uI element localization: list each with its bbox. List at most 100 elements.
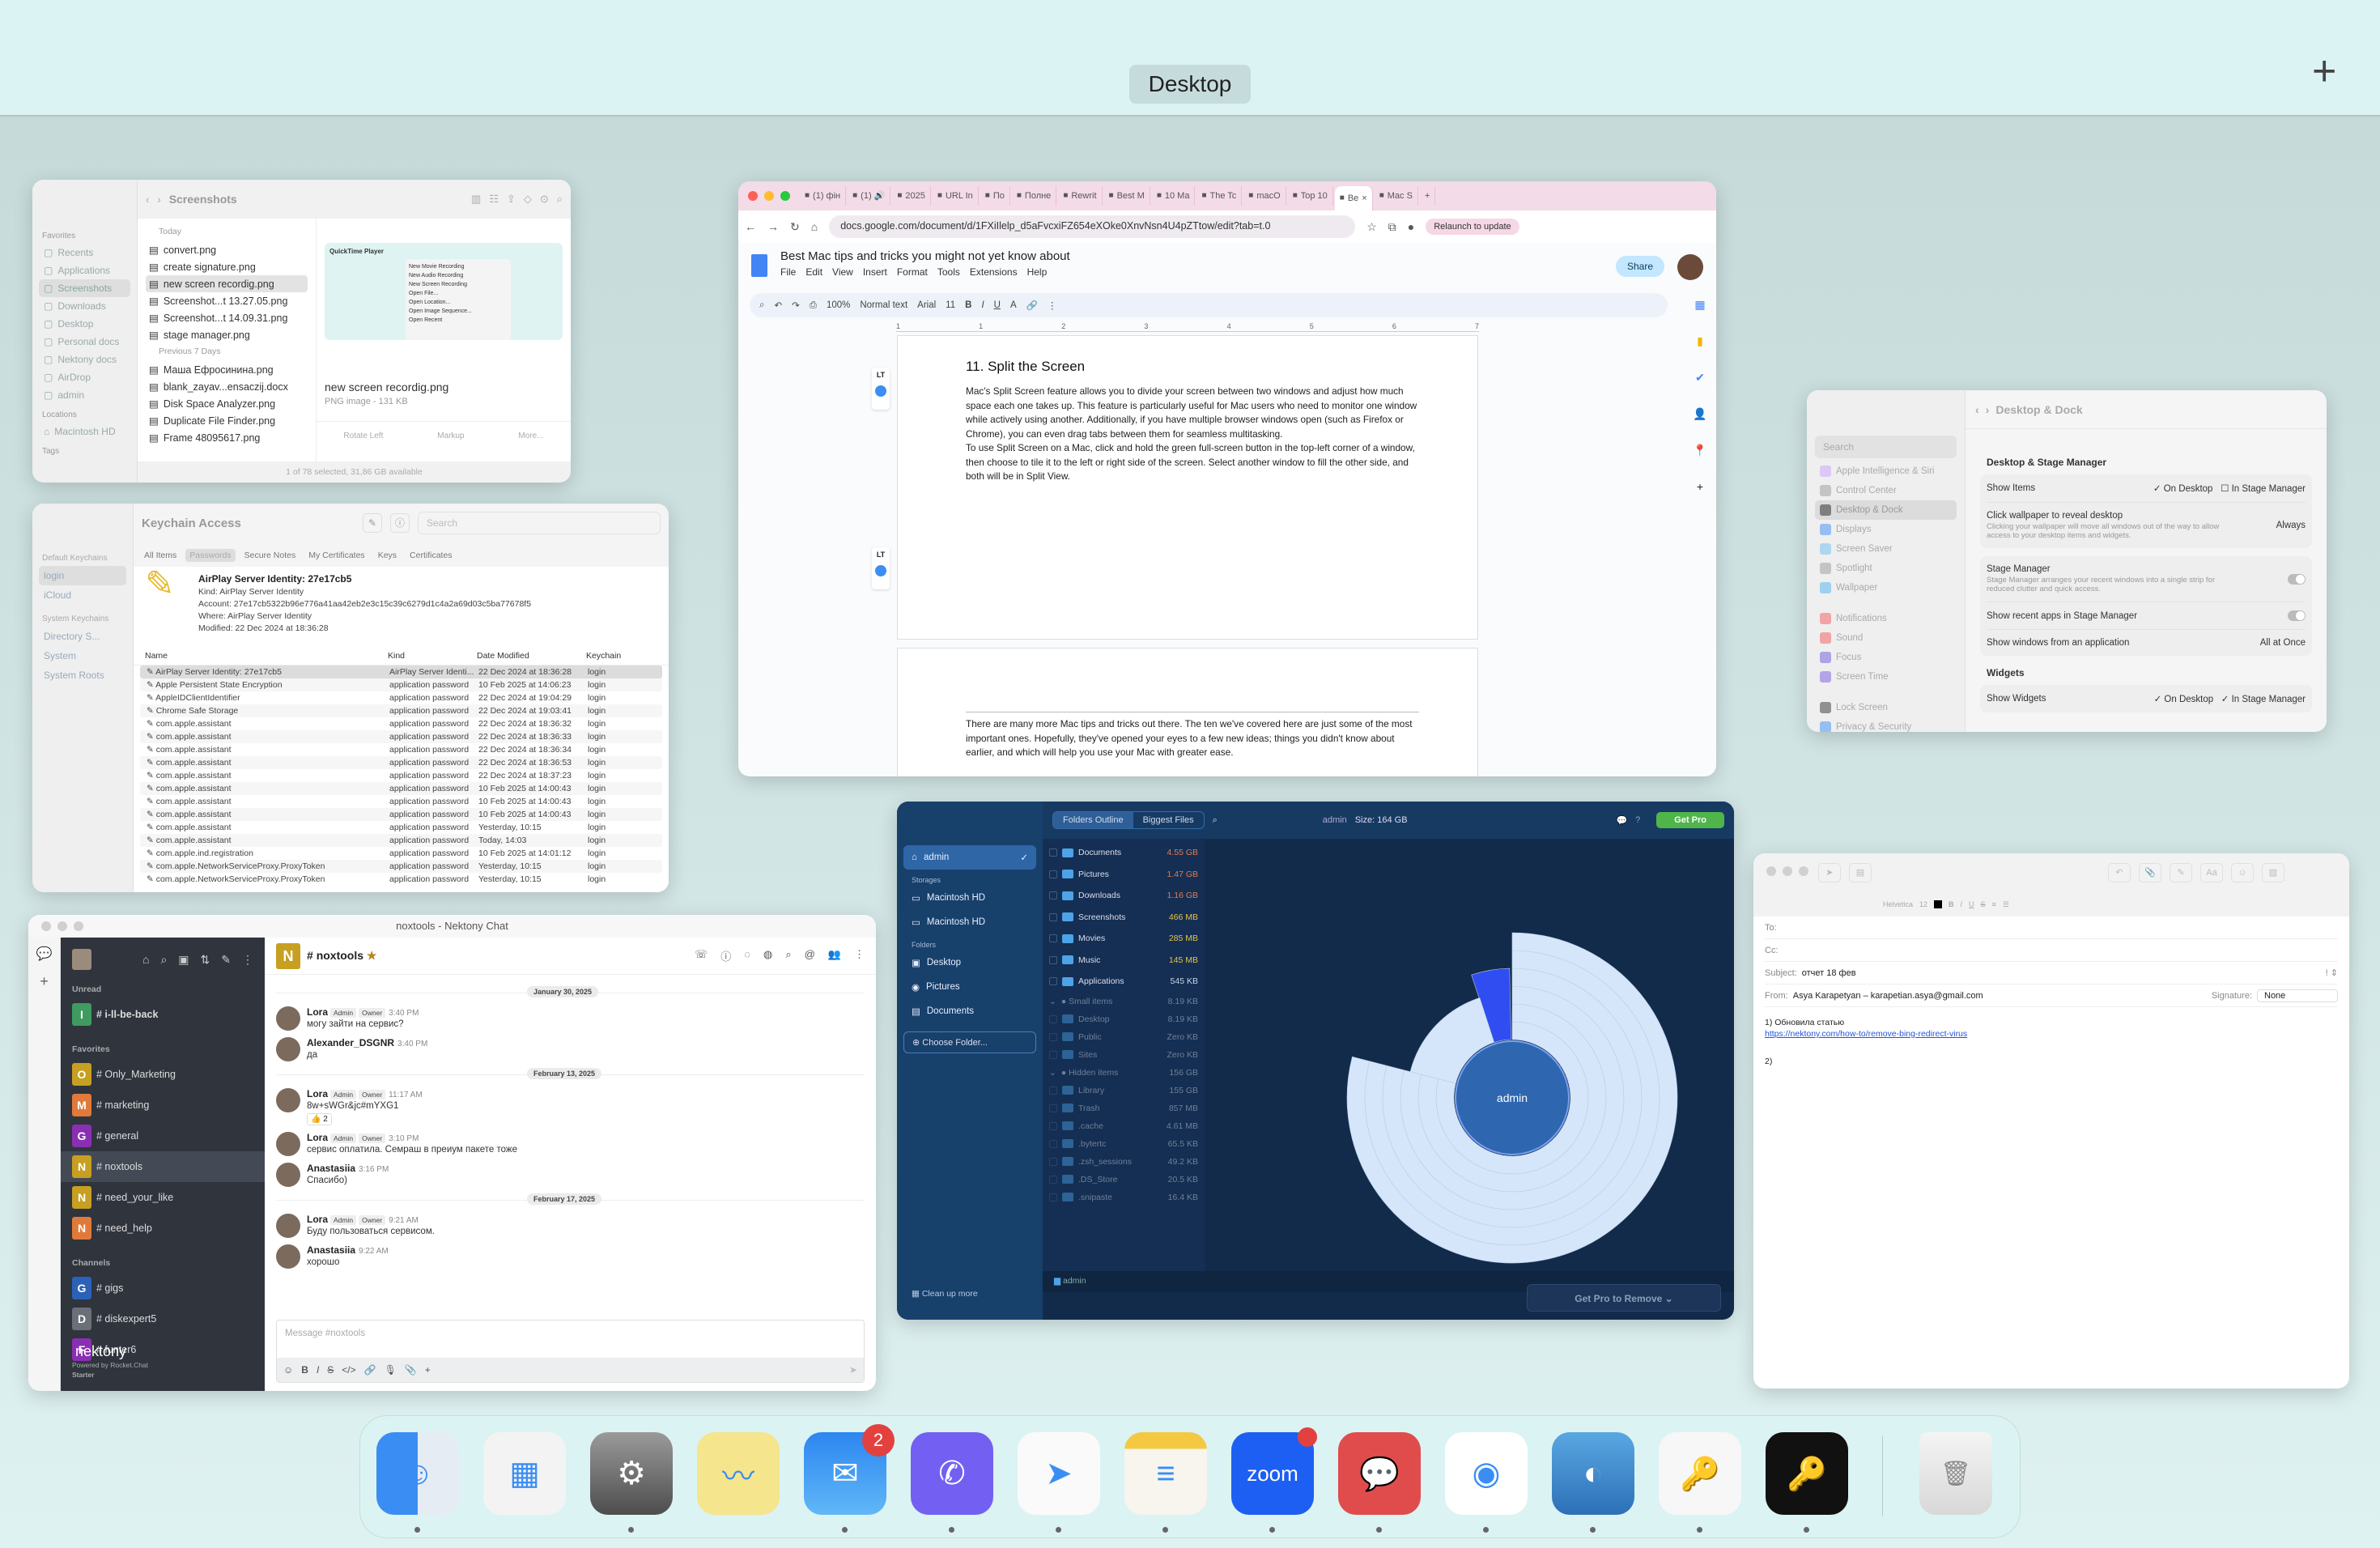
group-icon[interactable]: ☷: [489, 193, 499, 206]
browser-tab[interactable]: ■ Top 10: [1288, 186, 1333, 206]
recent-apps-toggle[interactable]: [2288, 610, 2306, 621]
group-row[interactable]: ⌄ ● Small items 8.19 KB: [1049, 993, 1198, 1010]
dock-app-system-settings[interactable]: ⚙: [590, 1432, 673, 1533]
folder-row[interactable]: Downloads 1.16 GB: [1049, 885, 1198, 907]
tag-icon[interactable]: ◇: [524, 193, 532, 206]
attach-icon[interactable]: 📎: [2139, 863, 2161, 882]
browser-tab[interactable]: ■ Полне: [1012, 186, 1057, 206]
size-select[interactable]: 12: [1919, 900, 1927, 908]
browser-tab[interactable]: ■ По: [980, 186, 1010, 206]
folder-row[interactable]: Applications 545 KB: [1049, 971, 1198, 993]
sidebar-item-notifications[interactable]: Notifications: [1815, 609, 1957, 628]
user-avatar[interactable]: [1677, 254, 1703, 280]
search-icon[interactable]: ⌕: [160, 953, 167, 967]
undo-icon[interactable]: ↶: [774, 300, 782, 311]
channel-i-ll-be-back[interactable]: I # i-ll-be-back: [61, 999, 265, 1030]
tab-secure-notes[interactable]: Secure Notes: [240, 549, 300, 562]
checkbox[interactable]: [1049, 1050, 1057, 1059]
bookmark-star-icon[interactable]: ☆: [1366, 220, 1377, 234]
checkbox[interactable]: [1049, 934, 1057, 943]
view-columns-icon[interactable]: ▥: [471, 193, 481, 206]
sort-icon[interactable]: ⇅: [201, 953, 210, 967]
sidebar-item-control-center[interactable]: Control Center: [1815, 481, 1957, 500]
table-row[interactable]: ✎ com.apple.assistant application passwor…: [140, 782, 662, 795]
rocket-chat-server-icon[interactable]: 💬: [28, 946, 60, 962]
sidebar-item-screenshots[interactable]: ▢ Screenshots: [39, 279, 130, 297]
checkbox[interactable]: [1049, 891, 1057, 900]
relaunch-button[interactable]: Relaunch to update: [1426, 219, 1519, 235]
folder-row[interactable]: Public Zero KB: [1049, 1028, 1198, 1046]
folder-row[interactable]: Screenshots 466 MB: [1049, 907, 1198, 929]
finder-window[interactable]: Favorites ▢ Recents ▢ Applications ▢ Screensh…: [32, 180, 571, 483]
message-body[interactable]: 1) Обновила статью https://nektony.com/h…: [1753, 1007, 2349, 1077]
sidebar-item-nektony-docs[interactable]: ▢ Nektony docs: [39, 351, 130, 368]
get-pro-button[interactable]: Get Pro: [1656, 812, 1724, 828]
mail-compose-window[interactable]: ➤ ▤ ↶ 📎 ✎ Aa ☺ ▨ Helvetica 12 BIUS ≡ ☰ T…: [1753, 853, 2349, 1389]
table-row[interactable]: ✎ Apple Persistent State Encryption appli…: [140, 678, 662, 691]
browser-tab[interactable]: ■ (1) фін: [800, 186, 847, 206]
folder-row[interactable]: .snipaste 16.4 KB: [1049, 1189, 1198, 1206]
checkbox[interactable]: [1049, 955, 1057, 964]
search-input[interactable]: Search: [418, 512, 661, 534]
text-color-button[interactable]: A: [1010, 300, 1017, 310]
article-link[interactable]: https://nektony.com/how-to/remove-bing-r…: [1765, 1029, 1967, 1039]
font-size-input[interactable]: 11: [946, 300, 955, 310]
bold-button[interactable]: B: [1949, 900, 1954, 908]
dock-app-finder[interactable]: ☺: [376, 1432, 459, 1533]
user-name[interactable]: Lora: [307, 1132, 328, 1143]
rotate-left-button[interactable]: Rotate Left: [343, 432, 383, 440]
trash-icon[interactable]: 🗑: [1919, 1432, 1992, 1515]
tab-biggest-files[interactable]: Biggest Files: [1133, 812, 1204, 828]
to-field[interactable]: To:: [1765, 916, 2338, 939]
bold-button[interactable]: B: [965, 300, 971, 310]
back-button[interactable]: ‹: [1975, 403, 1979, 416]
file-row[interactable]: ▤ create signature.png: [146, 258, 308, 275]
signature-select[interactable]: None: [2257, 989, 2338, 1002]
contacts-icon[interactable]: 👤: [1693, 407, 1706, 421]
file-row[interactable]: ▤ Frame 48095617.png: [146, 429, 308, 446]
document-page[interactable]: 11. Split the Screen Mac's Split Screen …: [897, 335, 1478, 640]
more-button[interactable]: More...: [518, 432, 543, 440]
tab-keys[interactable]: Keys: [374, 549, 401, 562]
emoji-icon[interactable]: ☺: [2231, 863, 2254, 882]
link-icon[interactable]: 🔗: [1026, 300, 1038, 311]
channel-diskexpert5[interactable]: D # diskexpert5: [61, 1303, 265, 1334]
column-kind[interactable]: Kind: [388, 651, 477, 661]
widgets-stage-checkbox[interactable]: ✓: [2221, 695, 2229, 704]
dock-app-launchpad[interactable]: ▦: [483, 1432, 566, 1515]
sidebar-item-apple-intelligence-siri[interactable]: Apple Intelligence & Siri: [1815, 461, 1957, 481]
channel-general[interactable]: G # general: [61, 1121, 265, 1151]
table-row[interactable]: ✎ com.apple.NetworkServiceProxy.ProxyTok…: [140, 873, 662, 886]
font-select[interactable]: Arial: [917, 300, 936, 310]
message[interactable]: Lora Admin Owner 9:21 AM Буду пользоваться с…: [276, 1214, 865, 1238]
send-icon[interactable]: ➤: [849, 1364, 857, 1376]
checkbox[interactable]: [1049, 1139, 1057, 1148]
checkbox[interactable]: [1049, 1121, 1057, 1130]
menu-insert[interactable]: Insert: [863, 266, 887, 278]
table-row[interactable]: ✎ com.apple.assistant application passwor…: [140, 834, 662, 847]
dock-app-passwords[interactable]: 🔑: [1659, 1432, 1741, 1533]
message[interactable]: Lora Admin Owner 3:40 PM могу зайти на серви…: [276, 1006, 865, 1031]
user-avatar[interactable]: [276, 1244, 300, 1269]
calendar-icon[interactable]: ▦: [1694, 298, 1705, 312]
document-title[interactable]: Best Mac tips and tricks you might not y…: [780, 249, 1716, 263]
table-row[interactable]: ✎ com.apple.NetworkServiceProxy.ProxyTok…: [140, 860, 662, 873]
search-icon[interactable]: ⌕: [1213, 815, 1218, 826]
folder-row[interactable]: Music 145 MB: [1049, 950, 1198, 972]
user-avatar[interactable]: [276, 1006, 300, 1031]
file-row[interactable]: ▤ Screenshot...t 14.09.31.png: [146, 309, 308, 326]
directory-icon[interactable]: ▣: [178, 953, 189, 967]
file-row[interactable]: ▤ Маша Ефросинина.png: [146, 361, 308, 378]
checkbox[interactable]: [1049, 1086, 1057, 1095]
browser-tab[interactable]: ■ Be ×: [1334, 186, 1373, 211]
sidebar-item-macintosh-hd[interactable]: ⌂ Macintosh HD: [39, 423, 130, 440]
dock-app-rocket-chat[interactable]: 💬: [1338, 1432, 1421, 1533]
sidebar-item-applications[interactable]: ▢ Applications: [39, 262, 130, 279]
choose-folder-button[interactable]: ⊕ Choose Folder...: [903, 1031, 1036, 1053]
profile-avatar[interactable]: ●: [1408, 220, 1414, 233]
threads-icon[interactable]: ◌: [744, 948, 750, 963]
file-row[interactable]: ▤ Screenshot...t 13.27.05.png: [146, 292, 308, 309]
sidebar-item-wallpaper[interactable]: Wallpaper: [1815, 578, 1957, 598]
search-icon[interactable]: ⌕: [557, 193, 563, 206]
folder-row[interactable]: .cache 4.61 MB: [1049, 1117, 1198, 1135]
